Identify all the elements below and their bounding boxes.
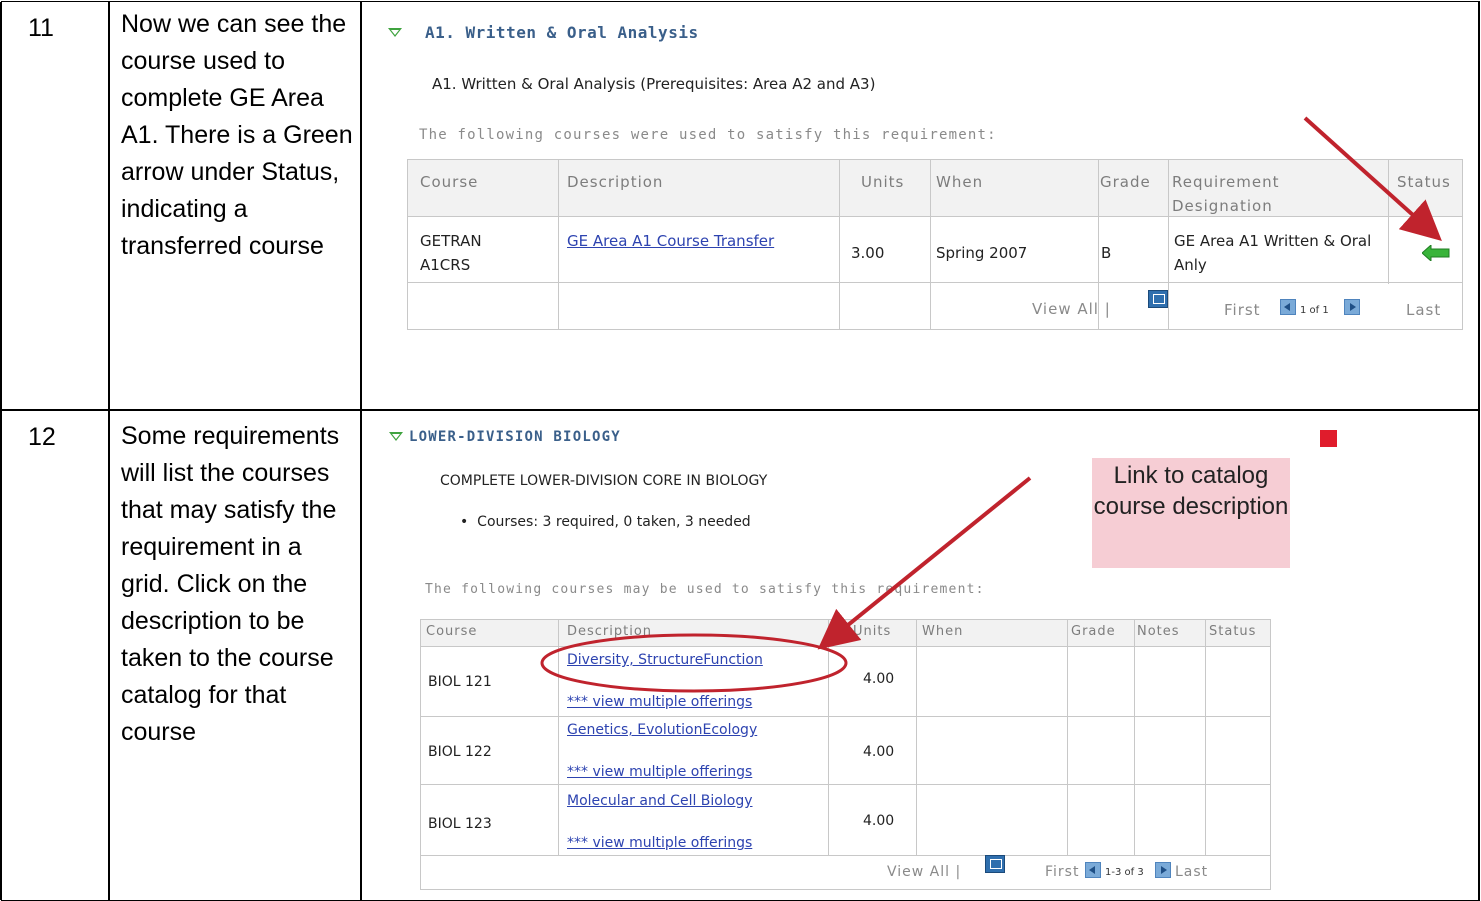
first-link[interactable]: First xyxy=(1045,864,1079,880)
col-header-notes: Notes xyxy=(1137,624,1180,639)
step-instruction: Some requirements will list the courses … xyxy=(121,422,340,746)
cell-units: 4.00 xyxy=(863,744,895,760)
cell-course: BIOL 123 xyxy=(428,816,492,832)
section-title[interactable]: LOWER-DIVISION BIOLOGY xyxy=(409,429,621,445)
view-multiple-offerings-link[interactable]: *** view multiple offerings xyxy=(567,760,752,784)
course-description-link[interactable]: Genetics, EvolutionEcology xyxy=(567,718,757,742)
section-title[interactable]: A1. Written & Oral Analysis xyxy=(425,23,699,42)
step-number: 12 xyxy=(28,423,56,451)
course-description-link[interactable]: GE Area A1 Course Transfer xyxy=(567,229,807,253)
table-border-right xyxy=(1478,2,1480,900)
col-header-when: When xyxy=(922,624,964,639)
cell-grade: B xyxy=(1101,244,1112,262)
next-page-icon[interactable] xyxy=(1344,299,1360,315)
view-multiple-offerings-link[interactable]: *** view multiple offerings xyxy=(567,831,752,855)
view-all-link[interactable]: View All | xyxy=(887,864,961,880)
col-header-description: Description xyxy=(567,624,653,639)
step-number: 11 xyxy=(28,14,54,42)
collapse-triangle-icon[interactable] xyxy=(388,28,402,37)
requirement-note: The following courses may be used to sat… xyxy=(425,582,985,597)
cell-units: 4.00 xyxy=(863,671,895,687)
requirement-title: COMPLETE LOWER-DIVISION CORE IN BIOLOGY xyxy=(440,473,768,489)
cell-when: Spring 2007 xyxy=(936,244,1028,262)
col-header-status: Status xyxy=(1397,173,1451,191)
course-description-link[interactable]: Molecular and Cell Biology xyxy=(567,789,753,813)
requirement-title: A1. Written & Oral Analysis (Prerequisit… xyxy=(432,75,876,93)
row-divider xyxy=(1,409,1480,411)
cell-units: 3.00 xyxy=(851,244,885,262)
annotation-callout: Link to catalog course description xyxy=(1092,458,1290,568)
first-link[interactable]: First xyxy=(1224,301,1261,319)
requirement-not-satisfied-icon xyxy=(1320,430,1337,447)
table-border-left xyxy=(0,2,2,900)
next-page-icon[interactable] xyxy=(1155,862,1171,878)
requirement-bullet: • Courses: 3 required, 0 taken, 3 needed xyxy=(460,514,751,530)
column-divider-1 xyxy=(108,2,110,900)
col-header-units: Units xyxy=(861,173,905,191)
step-instruction: Now we can see the course used to comple… xyxy=(121,10,353,260)
cell-course: GETRAN A1CRS xyxy=(420,232,482,274)
col-header-units: Units xyxy=(853,624,892,639)
previous-page-icon[interactable] xyxy=(1280,299,1296,315)
requirement-bullet-text: Courses: 3 required, 0 taken, 3 needed xyxy=(477,514,751,530)
cell-units: 4.00 xyxy=(863,813,895,829)
column-divider-2 xyxy=(360,2,362,900)
page-range: 1-3 of 3 xyxy=(1105,867,1144,878)
course-description-link[interactable]: Diversity, StructureFunction xyxy=(567,648,763,672)
col-header-grade: Grade xyxy=(1100,173,1151,191)
collapse-triangle-icon[interactable] xyxy=(389,432,403,441)
previous-page-icon[interactable] xyxy=(1085,862,1101,878)
last-link[interactable]: Last xyxy=(1175,864,1208,880)
col-header-when: When xyxy=(936,173,984,191)
view-all-icon[interactable] xyxy=(1148,290,1168,308)
requirement-note: The following courses were used to satis… xyxy=(419,127,997,143)
cell-course: BIOL 122 xyxy=(428,744,492,760)
courses-grid xyxy=(420,619,1271,890)
col-header-status: Status xyxy=(1209,624,1257,639)
view-all-link[interactable]: View All | xyxy=(1032,300,1111,318)
cell-requirement-designation: GE Area A1 Written & Oral Anly xyxy=(1174,232,1372,274)
col-header-description: Description xyxy=(567,173,664,191)
col-header-grade: Grade xyxy=(1071,624,1116,639)
view-multiple-offerings-link[interactable]: *** view multiple offerings xyxy=(567,690,752,714)
green-transfer-arrow-icon xyxy=(1422,245,1450,261)
col-header-requirement-designation: Requirement Designation xyxy=(1172,173,1280,215)
col-header-course: Course xyxy=(426,624,478,639)
cell-course: BIOL 121 xyxy=(428,674,492,690)
last-link[interactable]: Last xyxy=(1406,301,1441,319)
page-range: 1 of 1 xyxy=(1300,305,1329,316)
view-all-icon[interactable] xyxy=(985,855,1005,873)
col-header-course: Course xyxy=(420,173,479,191)
